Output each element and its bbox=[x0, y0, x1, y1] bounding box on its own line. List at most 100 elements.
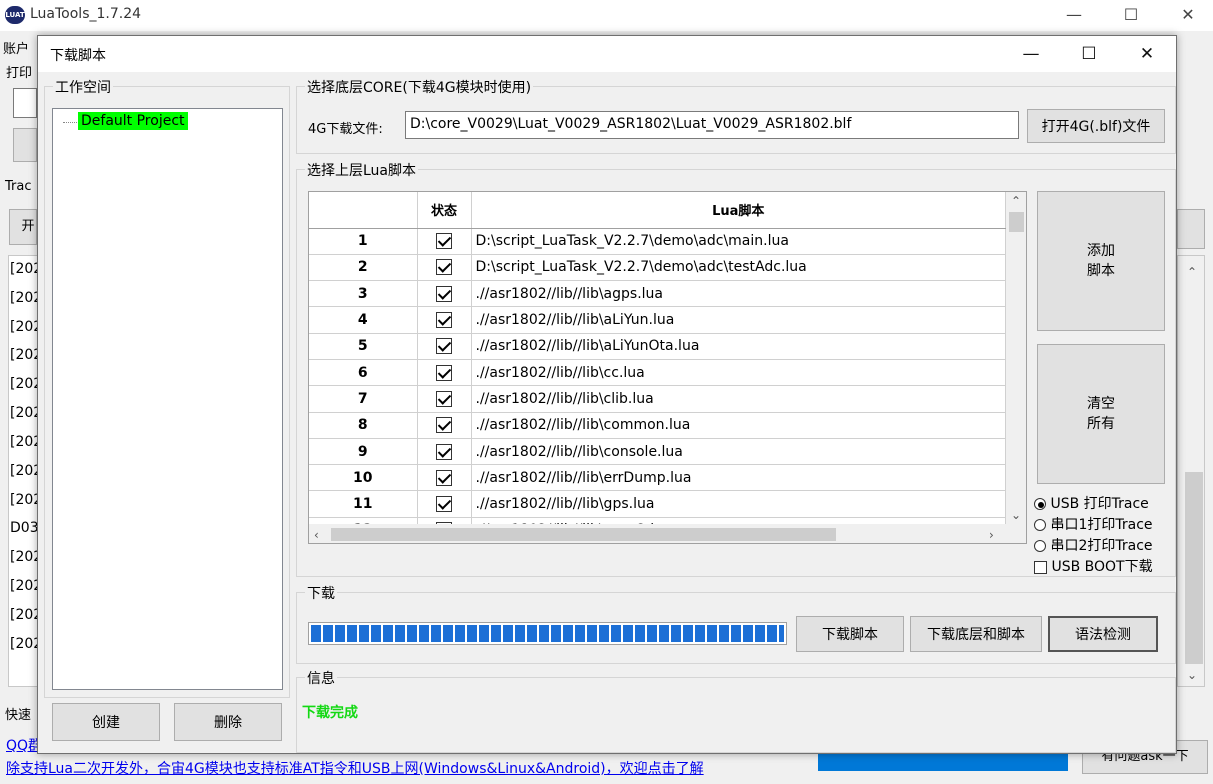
core-file-input[interactable]: D:\core_V0029\Luat_V0029_ASR1802\Luat_V0… bbox=[405, 111, 1019, 139]
row-status-checkbox[interactable] bbox=[417, 412, 472, 439]
table-scroll-left-icon[interactable]: ‹ bbox=[314, 528, 319, 542]
option-usb-trace[interactable]: USB 打印Trace bbox=[1034, 493, 1149, 513]
row-script-path[interactable]: .//asr1802//lib//lib\aLiYun.lua bbox=[471, 306, 1006, 334]
main-right-button-partial[interactable] bbox=[1177, 209, 1205, 249]
column-header-status[interactable]: 状态 bbox=[417, 192, 472, 229]
log-line: D03 bbox=[10, 520, 39, 536]
row-status-checkbox[interactable] bbox=[417, 464, 472, 492]
row-status-checkbox[interactable] bbox=[417, 280, 472, 308]
main-button-partial[interactable] bbox=[13, 128, 37, 162]
table-row[interactable]: 9 .//asr1802//lib//lib\console.lua bbox=[309, 438, 1006, 466]
row-status-checkbox[interactable] bbox=[417, 438, 472, 466]
info-label: 信息 bbox=[305, 668, 337, 688]
info-link[interactable]: 除支持Lua二次开发外，合宙4G模块也支持标准AT指令和USB上网(Window… bbox=[6, 758, 704, 778]
core-file-label: 4G下载文件: bbox=[308, 122, 383, 137]
tree-item-default-project[interactable]: Default Project bbox=[78, 112, 188, 130]
option-usb-boot[interactable]: USB BOOT下载 bbox=[1034, 556, 1153, 576]
row-script-path[interactable]: .//asr1802//lib//lib\gps.lua bbox=[471, 490, 1006, 518]
clear-all-label-2: 所有 bbox=[1087, 416, 1115, 432]
table-row[interactable]: 4 .//asr1802//lib//lib\aLiYun.lua bbox=[309, 306, 1006, 334]
checkbox-checked-icon[interactable] bbox=[436, 233, 452, 250]
table-row[interactable]: 6 .//asr1802//lib//lib\cc.lua bbox=[309, 359, 1006, 387]
row-script-path[interactable]: .//asr1802//lib//lib\cc.lua bbox=[471, 359, 1006, 387]
row-script-path[interactable]: .//asr1802//lib//lib\aLiYunOta.lua bbox=[471, 333, 1006, 360]
row-index: 11 bbox=[309, 490, 418, 518]
row-script-path[interactable]: .//asr1802//lib//lib\agps.lua bbox=[471, 280, 1006, 308]
row-script-path[interactable]: .//asr1802//lib//lib\common.lua bbox=[471, 412, 1006, 439]
row-script-path[interactable]: D:\script_LuaTask_V2.2.7\demo\adc\testAd… bbox=[471, 254, 1006, 282]
row-status-checkbox[interactable] bbox=[417, 359, 472, 387]
checkbox-checked-icon[interactable] bbox=[436, 259, 452, 276]
checkbox-checked-icon[interactable] bbox=[436, 469, 452, 486]
scroll-down-icon[interactable]: ⌄ bbox=[1187, 668, 1197, 682]
option-com2-trace-label: 串口2打印Trace bbox=[1050, 538, 1153, 554]
table-row[interactable]: 2 D:\script_LuaTask_V2.2.7\demo\adc\testA… bbox=[309, 254, 1006, 282]
table-row[interactable]: 8 .//asr1802//lib//lib\common.lua bbox=[309, 412, 1006, 439]
dialog-minimize-icon[interactable]: — bbox=[1002, 36, 1060, 72]
lua-script-table[interactable]: 状态 Lua脚本 1 D:\script_LuaTask_V2.2.7\demo\… bbox=[308, 191, 1027, 544]
table-row[interactable]: 5 .//asr1802//lib//lib\aLiYunOta.lua bbox=[309, 333, 1006, 360]
workspace-tree[interactable]: Default Project bbox=[52, 108, 283, 690]
row-script-path[interactable]: D:\script_LuaTask_V2.2.7\demo\adc\main.l… bbox=[471, 228, 1006, 255]
row-status-checkbox[interactable] bbox=[417, 385, 472, 413]
clear-all-button[interactable]: 清空 所有 bbox=[1037, 344, 1165, 484]
checkbox-checked-icon[interactable] bbox=[436, 312, 452, 329]
download-core-and-script-button[interactable]: 下载底层和脚本 bbox=[910, 616, 1042, 652]
row-script-path[interactable]: .//asr1802//lib//lib\console.lua bbox=[471, 438, 1006, 466]
checkbox-checked-icon[interactable] bbox=[436, 390, 452, 407]
table-row[interactable]: 10 .//asr1802//lib//lib\errDump.lua bbox=[309, 464, 1006, 492]
add-script-button[interactable]: 添加 脚本 bbox=[1037, 191, 1165, 331]
row-index: 5 bbox=[309, 333, 418, 360]
main-close-icon[interactable]: ✕ bbox=[1165, 0, 1211, 31]
download-progress-fill bbox=[311, 625, 784, 642]
table-row[interactable]: 11 .//asr1802//lib//lib\gps.lua bbox=[309, 490, 1006, 518]
row-status-checkbox[interactable] bbox=[417, 333, 472, 360]
main-maximize-icon[interactable]: ☐ bbox=[1108, 0, 1154, 31]
table-row[interactable]: 3 .//asr1802//lib//lib\agps.lua bbox=[309, 280, 1006, 308]
checkbox-checked-icon[interactable] bbox=[436, 496, 452, 513]
radio-usb-trace[interactable] bbox=[1034, 498, 1046, 510]
dialog-title: 下载脚本 bbox=[50, 48, 106, 64]
table-vscroll-thumb[interactable] bbox=[1009, 212, 1024, 232]
syntax-check-button[interactable]: 语法检测 bbox=[1048, 616, 1158, 652]
menu-account[interactable]: 账户 bbox=[3, 38, 29, 57]
checkbox-usb-boot[interactable] bbox=[1034, 560, 1047, 574]
table-scroll-down-icon[interactable]: ⌄ bbox=[1011, 508, 1021, 522]
checkbox-checked-icon[interactable] bbox=[436, 285, 452, 302]
dialog-maximize-icon[interactable]: ☐ bbox=[1060, 36, 1118, 72]
scroll-up-icon[interactable]: ⌃ bbox=[1187, 265, 1197, 279]
row-status-checkbox[interactable] bbox=[417, 490, 472, 518]
tree-connector bbox=[63, 122, 77, 123]
menu-print[interactable]: 打印 bbox=[6, 62, 32, 81]
option-com1-trace[interactable]: 串口1打印Trace bbox=[1034, 514, 1153, 534]
checkbox-checked-icon[interactable] bbox=[436, 443, 452, 460]
delete-button[interactable]: 删除 bbox=[174, 703, 282, 741]
info-message: 下载完成 bbox=[302, 705, 358, 721]
table-scroll-right-icon[interactable]: › bbox=[989, 528, 994, 542]
main-scroll-thumb[interactable] bbox=[1185, 472, 1203, 664]
table-vertical-scrollbar[interactable] bbox=[1006, 192, 1026, 524]
row-script-path[interactable]: .//asr1802//lib//lib\errDump.lua bbox=[471, 464, 1006, 492]
row-status-checkbox[interactable] bbox=[417, 306, 472, 334]
checkbox-checked-icon[interactable] bbox=[436, 338, 452, 355]
row-script-path[interactable]: .//asr1802//lib//lib\clib.lua bbox=[471, 385, 1006, 413]
open-blf-button[interactable]: 打开4G(.blf)文件 bbox=[1027, 109, 1165, 143]
radio-com2-trace[interactable] bbox=[1034, 540, 1046, 552]
table-row[interactable]: 7 .//asr1802//lib//lib\clib.lua bbox=[309, 385, 1006, 413]
table-hscroll-thumb[interactable] bbox=[331, 528, 836, 541]
table-scroll-up-icon[interactable]: ⌃ bbox=[1011, 194, 1021, 208]
row-status-checkbox[interactable] bbox=[417, 254, 472, 282]
dialog-close-icon[interactable]: ✕ bbox=[1118, 36, 1176, 72]
radio-com1-trace[interactable] bbox=[1034, 519, 1046, 531]
main-input-partial[interactable] bbox=[13, 88, 37, 118]
checkbox-checked-icon[interactable] bbox=[436, 364, 452, 381]
table-row[interactable]: 1 D:\script_LuaTask_V2.2.7\demo\adc\main.… bbox=[309, 228, 1006, 255]
create-button[interactable]: 创建 bbox=[52, 703, 160, 741]
checkbox-checked-icon[interactable] bbox=[436, 417, 452, 434]
main-minimize-icon[interactable]: — bbox=[1051, 0, 1097, 31]
option-com2-trace[interactable]: 串口2打印Trace bbox=[1034, 535, 1153, 555]
row-status-checkbox[interactable] bbox=[417, 228, 472, 255]
trace-start-button[interactable]: 开 bbox=[9, 209, 37, 245]
column-header-script[interactable]: Lua脚本 bbox=[471, 192, 1006, 229]
download-script-button[interactable]: 下载脚本 bbox=[796, 616, 904, 652]
